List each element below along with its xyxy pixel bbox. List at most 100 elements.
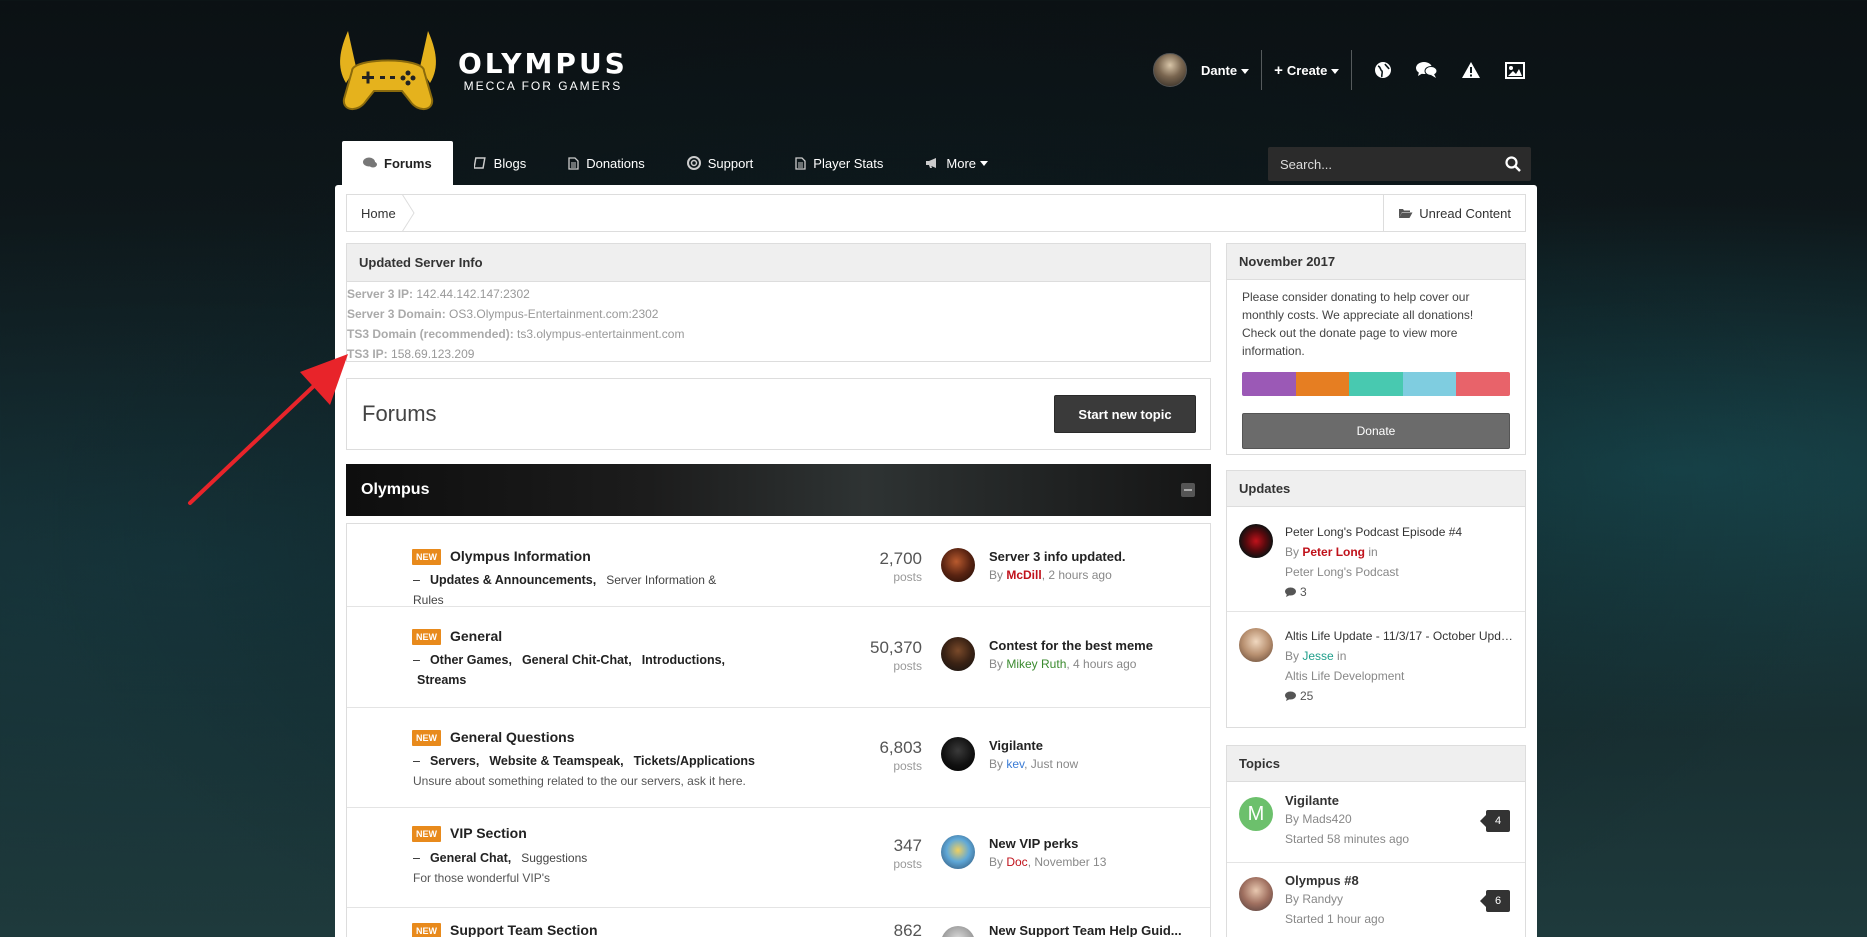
forum-title[interactable]: VIP Section [450, 825, 527, 841]
warning-icon[interactable] [1460, 59, 1482, 81]
server-info-line: Server 3 IP: 142.44.142.147:2302 [347, 284, 1210, 304]
search-input[interactable] [1268, 156, 1488, 172]
updates-widget: Updates Peter Long's Podcast Episode #4 … [1226, 470, 1526, 728]
forum-title[interactable]: General Questions [450, 729, 574, 745]
subforum-link[interactable]: Updates & Announcements, [430, 573, 596, 587]
nav-player-stats[interactable]: Player Stats [774, 141, 904, 185]
last-post-meta: By McDill, 2 hours ago [989, 568, 1112, 582]
subforum-link[interactable]: General Chat, [430, 851, 511, 865]
site-header: OLYMPUS MECCA FOR GAMERS Dante + Create F… [0, 0, 1867, 185]
subforum-link[interactable]: General Chit-Chat, [522, 653, 632, 667]
breadcrumb-home[interactable]: Home [347, 195, 410, 231]
subforum-link[interactable]: Servers, [430, 754, 479, 768]
subforum-link[interactable]: Tickets/Applications [634, 754, 755, 768]
last-post-title[interactable]: Contest for the best meme [989, 638, 1153, 653]
post-count-label: posts [893, 857, 922, 871]
controller-wings-icon [340, 31, 436, 110]
update-blog[interactable]: Altis Life Development [1285, 669, 1404, 683]
update-title[interactable]: Peter Long's Podcast Episode #4 [1285, 525, 1517, 539]
unread-content-link[interactable]: Unread Content [1383, 195, 1525, 231]
subforum-link[interactable]: Introductions, [642, 653, 725, 667]
category-title[interactable]: Olympus [361, 481, 429, 499]
avatar[interactable] [1239, 628, 1273, 662]
by-label: By [1285, 545, 1303, 559]
nav-blogs[interactable]: Blogs [453, 141, 548, 185]
avatar[interactable] [1239, 877, 1273, 911]
image-icon[interactable] [1504, 59, 1526, 81]
new-badge: NEW [412, 826, 441, 842]
avatar[interactable] [941, 548, 975, 582]
globe-icon[interactable] [1372, 59, 1394, 81]
nav-forums[interactable]: Forums [342, 141, 453, 185]
comments-icon[interactable] [1416, 59, 1438, 81]
comment-icon [1285, 691, 1296, 701]
post-count-label: posts [893, 759, 922, 773]
subforum-link[interactable]: Other Games, [430, 653, 512, 667]
nav-support[interactable]: Support [666, 141, 775, 185]
user-menu[interactable]: Dante [1201, 63, 1250, 78]
subforum-dash: – [413, 754, 420, 768]
donation-progress-bar [1242, 372, 1510, 396]
last-post-user[interactable]: McDill [1006, 568, 1041, 582]
last-post-title[interactable]: New VIP perks [989, 836, 1078, 851]
server-info-label: Server 3 IP: [347, 287, 414, 301]
donate-button[interactable]: Donate [1242, 413, 1510, 449]
topic-started: Started 58 minutes ago [1285, 832, 1410, 846]
last-post-meta: By Mikey Ruth, 4 hours ago [989, 657, 1136, 671]
server-info-value: 158.69.123.209 [387, 347, 475, 361]
update-user[interactable]: Peter Long [1302, 545, 1365, 559]
logo-title: OLYMPUS [458, 47, 628, 80]
avatar[interactable] [941, 737, 975, 771]
divider [1261, 50, 1263, 90]
last-post-user[interactable]: Doc [1006, 855, 1027, 869]
update-blog[interactable]: Peter Long's Podcast [1285, 565, 1399, 579]
forum-description: Unsure about something related to the ou… [413, 774, 746, 788]
last-post-time: , November 13 [1027, 855, 1107, 869]
forum-title[interactable]: Support Team Section [450, 922, 598, 937]
update-author: By Jesse in [1285, 649, 1346, 663]
start-new-topic-button[interactable]: Start new topic [1054, 395, 1196, 433]
last-post-user[interactable]: kev [1006, 757, 1024, 771]
donation-widget: November 2017 Please consider donating t… [1226, 243, 1526, 455]
last-post-user[interactable]: Mikey Ruth [1006, 657, 1066, 671]
last-post-title[interactable]: Vigilante [989, 738, 1043, 753]
donation-title: November 2017 [1227, 244, 1525, 280]
page-title: Forums [362, 401, 437, 426]
topic-title[interactable]: Olympus #8 [1285, 873, 1359, 888]
topic-author: By Mads420 [1285, 812, 1352, 826]
breadcrumb: Home Unread Content [346, 194, 1526, 232]
forum-title[interactable]: Olympus Information [450, 548, 591, 564]
create-menu[interactable]: + Create [1274, 62, 1340, 79]
subforum-link[interactable]: Website & Teamspeak, [489, 754, 623, 768]
topic-item: Olympus #8 By Randyy Started 1 hour ago … [1227, 863, 1525, 937]
update-title[interactable]: Altis Life Update - 11/3/17 - October Up… [1285, 629, 1517, 643]
avatar[interactable] [1239, 524, 1273, 558]
last-post-title[interactable]: Server 3 info updated. [989, 549, 1126, 564]
avatar[interactable] [941, 637, 975, 671]
server-info-title: Updated Server Info [347, 244, 1210, 282]
forum-title[interactable]: General [450, 628, 502, 644]
new-badge: NEW [412, 549, 441, 565]
user-bar: Dante + Create [1153, 48, 1526, 92]
last-post-title[interactable]: New Support Team Help Guid... [989, 923, 1182, 937]
forum-row: NEW General – Other Games, General Chit-Ch… [347, 607, 1210, 708]
subforum-list: – General Chat, Suggestions [413, 848, 743, 868]
collapse-icon[interactable] [1181, 483, 1195, 497]
topic-item: M Vigilante By Mads420 Started 58 minute… [1227, 783, 1525, 863]
post-count-value: 6,803 [879, 738, 922, 757]
avatar[interactable] [941, 835, 975, 869]
update-item: Altis Life Update - 11/3/17 - October Up… [1227, 612, 1525, 716]
search-icon[interactable] [1505, 156, 1521, 175]
avatar[interactable] [941, 926, 975, 937]
subforum-link[interactable]: Streams [417, 673, 466, 687]
nav-more[interactable]: More [904, 141, 1009, 185]
avatar[interactable]: M [1239, 797, 1273, 831]
topic-title[interactable]: Vigilante [1285, 793, 1339, 808]
create-label: Create [1286, 62, 1328, 78]
user-avatar[interactable] [1153, 53, 1187, 87]
site-logo[interactable]: OLYMPUS MECCA FOR GAMERS [332, 26, 632, 116]
logo-text: OLYMPUS MECCA FOR GAMERS [458, 47, 628, 94]
update-user[interactable]: Jesse [1302, 649, 1333, 663]
subforum-link[interactable]: Suggestions [521, 851, 587, 865]
nav-donations[interactable]: Donations [547, 141, 666, 185]
